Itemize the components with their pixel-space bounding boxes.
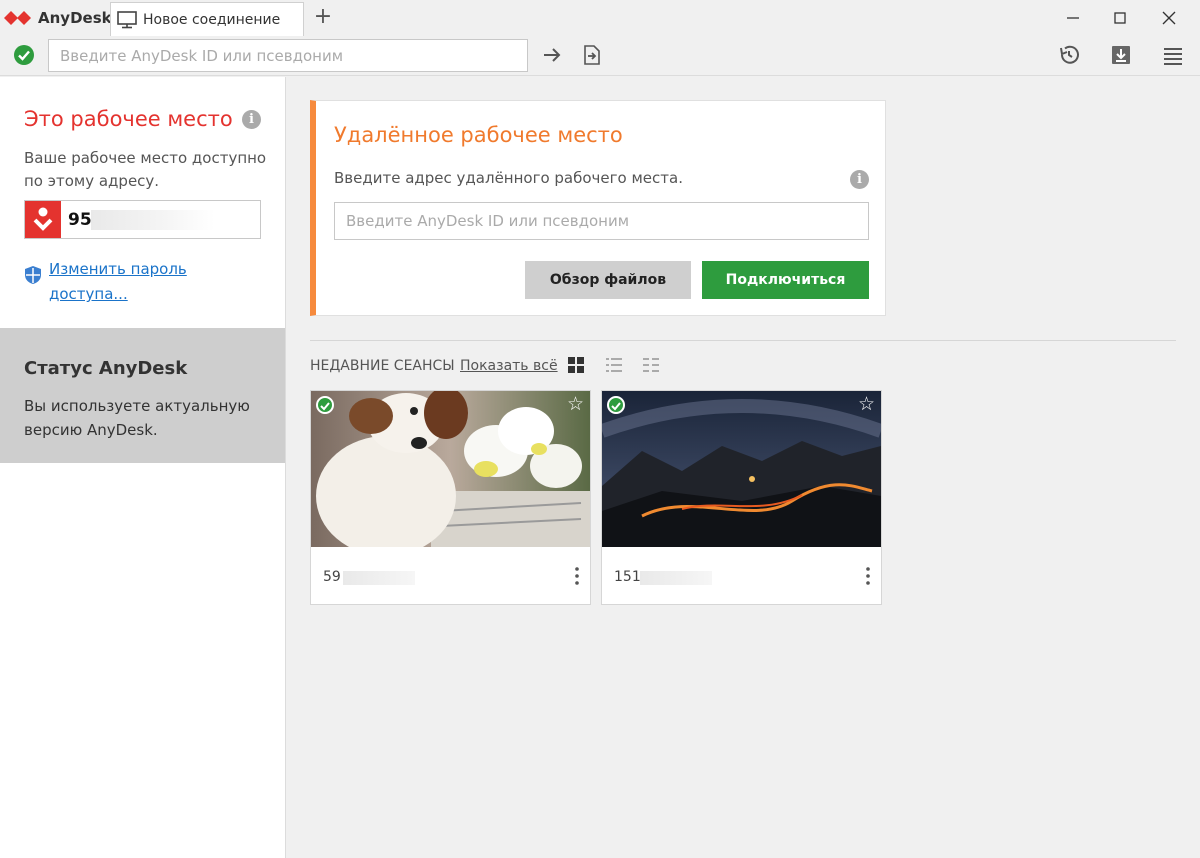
close-icon [1162,11,1176,25]
session-id-redaction [343,571,415,585]
address-input[interactable] [48,39,528,72]
monitor-icon [117,10,137,28]
workspace-id-box[interactable]: 95 [24,200,261,239]
remote-info-icon[interactable]: i [850,170,869,189]
shield-icon [25,266,41,284]
close-button[interactable] [1146,0,1192,36]
change-password-link[interactable]: Изменить пароль доступа... [49,257,229,307]
favorite-star-icon[interactable]: ☆ [567,395,584,414]
title-bar: AnyDesk Новое соединение + [0,0,1200,36]
grid-view-icon[interactable] [567,356,585,374]
maximize-button[interactable] [1097,0,1143,36]
app-name: AnyDesk [38,9,112,27]
show-all-link[interactable]: Показать всё [460,358,558,374]
status-text: Вы используете актуальную версию AnyDesk… [24,397,250,439]
session-online-icon [607,396,625,414]
session-id-redaction [640,571,712,585]
recent-session-card[interactable]: ☆ 59 [310,390,591,605]
connection-status-icon [14,45,34,65]
anydesk-id-badge-icon [25,201,61,238]
minimize-button[interactable] [1050,0,1096,36]
tab-new-connection[interactable]: Новое соединение [110,2,304,36]
history-icon[interactable] [1057,43,1081,67]
section-divider [310,340,1176,341]
add-tab-button[interactable]: + [312,6,334,28]
session-id: 151 [614,569,641,585]
hamburger-menu-icon[interactable] [1161,43,1185,67]
browse-files-button[interactable]: Обзор файлов [525,261,691,299]
list-view-icon[interactable] [605,356,623,374]
recent-sessions-label: НЕДАВНИЕ СЕАНСЫ [310,358,455,374]
workspace-info-icon[interactable]: i [242,110,261,129]
remote-description: Введите адрес удалённого рабочего места. [334,169,683,187]
workspace-title: Это рабочее место [24,107,233,131]
session-id: 59 [323,569,341,585]
session-thumbnail-dog[interactable] [311,391,590,547]
id-redaction [91,210,215,230]
favorite-star-icon[interactable]: ☆ [858,395,875,414]
anydesk-logo-icon [4,11,31,25]
session-online-icon [316,396,334,414]
connect-button[interactable]: Подключиться [702,261,869,299]
session-more-icon[interactable] [865,566,871,586]
session-thumbnail-night-road[interactable] [602,391,881,547]
status-section: Статус AnyDesk Вы используете актуальную… [0,328,285,463]
download-install-icon[interactable] [1109,43,1133,67]
app-brand: AnyDesk [4,0,112,36]
tab-label: Новое соединение [143,11,281,28]
remote-workspace-card: Удалённое рабочее место Введите адрес уд… [310,100,886,316]
status-title: Статус AnyDesk [24,358,188,379]
session-more-icon[interactable] [574,566,580,586]
left-panel: Это рабочее место i Ваше рабочее место д… [0,77,286,858]
compact-list-view-icon[interactable] [642,356,660,374]
remote-address-input[interactable] [334,202,869,240]
recent-session-card[interactable]: ☆ 151 [601,390,882,605]
workspace-id: 95 [68,210,92,230]
minimize-icon [1067,17,1079,19]
remote-title: Удалённое рабочее место [334,123,623,147]
file-transfer-icon[interactable] [580,43,604,67]
connect-arrow-icon[interactable] [540,43,564,67]
toolbar [0,36,1200,76]
maximize-icon [1114,12,1126,24]
workspace-description: Ваше рабочее место доступно по этому адр… [24,149,267,190]
